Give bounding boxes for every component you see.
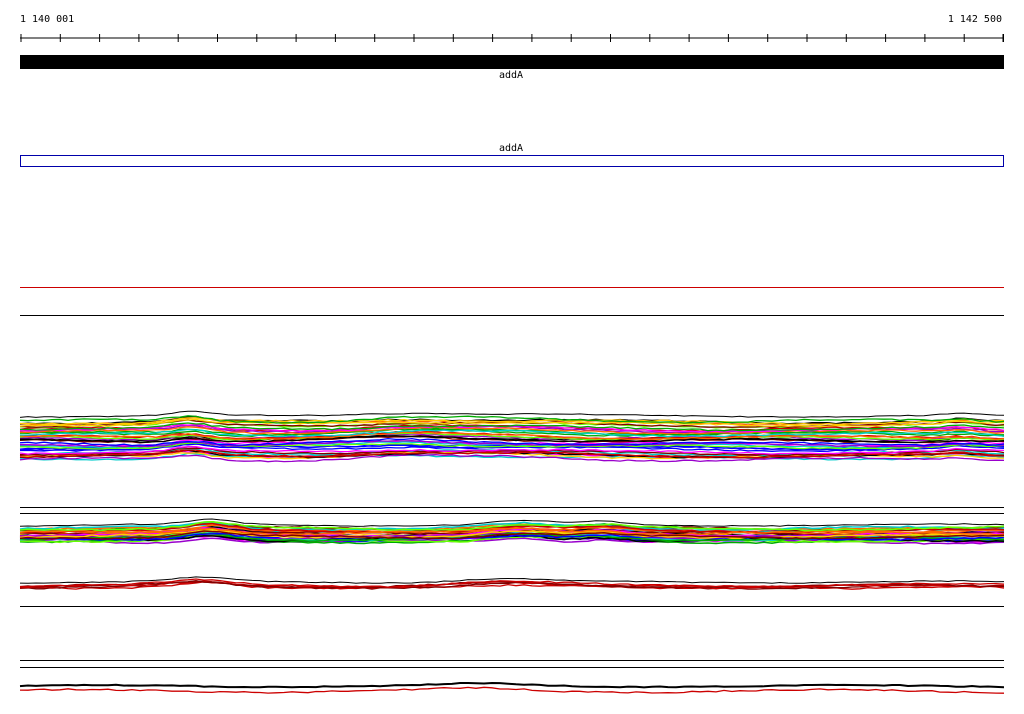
signal-trace: [19, 686, 1005, 694]
signal-tracks: [19, 287, 1005, 694]
signal-trace: [19, 417, 1005, 426]
signal-trace: [19, 410, 1005, 418]
signal-trace: [19, 681, 1005, 689]
